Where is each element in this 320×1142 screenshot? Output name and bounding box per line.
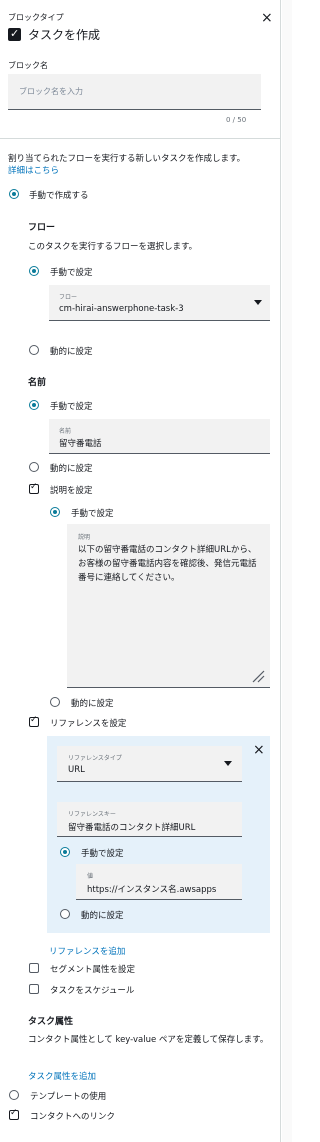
remove-reference-icon[interactable]: × [253, 743, 265, 757]
flow-dynamic-radio[interactable] [29, 345, 39, 355]
reference-dynamic-radio[interactable] [60, 909, 70, 919]
set-reference-label: リファレンスを設定 [50, 719, 127, 729]
description-textarea-value: 以下の留守番電話のコンタクト詳細URLから、お客様の留守番電話内容を確認後、発信… [78, 545, 257, 583]
schedule-task-label: タスクをスケジュール [50, 986, 135, 996]
block-name-input[interactable]: ブロック名を入力 [8, 74, 261, 110]
add-task-attribute-link[interactable]: タスク属性を追加 [28, 1070, 96, 1082]
name-manual-label: 手動で設定 [50, 402, 93, 412]
flow-manual-radio[interactable] [29, 266, 39, 276]
desc-manual-radio[interactable] [50, 507, 60, 517]
segment-attributes-label: セグメント属性を設定 [50, 965, 136, 975]
reference-manual-radio[interactable] [60, 847, 70, 857]
resize-handle-icon[interactable] [251, 669, 265, 683]
set-description-checkbox[interactable] [29, 482, 39, 494]
reference-type-value: URL [68, 765, 85, 775]
learn-more-link[interactable]: 詳細はこちら [8, 164, 59, 176]
use-template-radio[interactable] [9, 1090, 19, 1100]
desc-manual-label: 手動で設定 [71, 509, 114, 519]
block-name-counter: 0 / 50 [226, 116, 247, 124]
task-attributes-description: コンタクト属性として key-value ペアを定義して保存します。 [28, 1035, 269, 1045]
desc-dynamic-label: 動的に設定 [71, 699, 114, 709]
use-template-label: テンプレートの使用 [30, 1092, 107, 1102]
name-heading: 名前 [28, 378, 47, 388]
name-dynamic-radio[interactable] [29, 462, 39, 472]
manual-create-label: 手動で作成する [29, 191, 89, 201]
close-icon[interactable]: × [261, 11, 273, 25]
name-dynamic-label: 動的に設定 [50, 464, 93, 474]
flow-manual-label: 手動で設定 [50, 268, 93, 278]
reference-type-label: リファレンスタイプ [68, 755, 122, 762]
reference-value-value: https://インスタンス名.awsapps [87, 885, 217, 895]
reference-type-select[interactable]: リファレンスタイプ URL [57, 746, 242, 782]
add-reference-link[interactable]: リファレンスを追加 [49, 945, 125, 957]
block-name-label: ブロック名 [8, 61, 48, 70]
block-description: 割り当てられたフローを実行する新しいタスクを作成します。 [8, 154, 246, 164]
manual-create-radio[interactable] [9, 189, 19, 199]
flow-select-value: cm-hirai-answerphone-task-3 [59, 304, 184, 314]
flow-select[interactable]: フロー cm-hirai-answerphone-task-3 [49, 285, 270, 321]
scrollbar-track[interactable] [282, 0, 292, 1142]
reference-key-label: リファレンスキー [68, 811, 116, 818]
chevron-down-icon [224, 761, 232, 766]
link-to-contact-checkbox[interactable] [9, 1108, 19, 1120]
name-input[interactable]: 名前 留守番電話 [49, 419, 270, 454]
reference-key-input[interactable]: リファレンスキー 留守番電話のコンタクト詳細URL [57, 802, 242, 837]
block-type-check-icon [8, 27, 21, 41]
schedule-task-checkbox[interactable] [29, 984, 39, 994]
name-manual-radio[interactable] [29, 400, 39, 410]
divider [0, 138, 281, 139]
reference-manual-label: 手動で設定 [81, 849, 124, 859]
link-to-contact-label: コンタクトへのリンク [30, 1112, 116, 1122]
flow-dynamic-label: 動的に設定 [50, 347, 93, 357]
desc-dynamic-radio[interactable] [50, 697, 60, 707]
block-type-title: タスクを作成 [28, 28, 101, 42]
block-name-placeholder: ブロック名を入力 [19, 87, 83, 96]
flow-select-label: フロー [59, 294, 78, 301]
set-reference-checkbox[interactable] [29, 715, 39, 727]
name-input-value: 留守番電話 [59, 439, 102, 449]
reference-value-label: 値 [87, 873, 94, 880]
reference-value-input[interactable]: 値 https://インスタンス名.awsapps [76, 864, 242, 900]
name-input-label: 名前 [59, 428, 72, 435]
reference-key-value: 留守番電話のコンタクト詳細URL [68, 823, 196, 833]
description-textarea-label: 説明 [78, 534, 91, 541]
segment-attributes-checkbox[interactable] [29, 963, 39, 973]
task-attributes-heading: タスク属性 [28, 1017, 74, 1027]
chevron-down-icon [254, 300, 262, 305]
flow-description: このタスクを実行するフローを選択します。 [28, 242, 198, 252]
reference-dynamic-label: 動的に設定 [81, 911, 124, 921]
block-type-label: ブロックタイプ [8, 13, 64, 22]
description-textarea[interactable]: 説明 以下の留守番電話のコンタクト詳細URLから、お客様の留守番電話内容を確認後… [67, 524, 270, 688]
set-description-label: 説明を設定 [50, 486, 93, 496]
flow-heading: フロー [28, 223, 56, 233]
